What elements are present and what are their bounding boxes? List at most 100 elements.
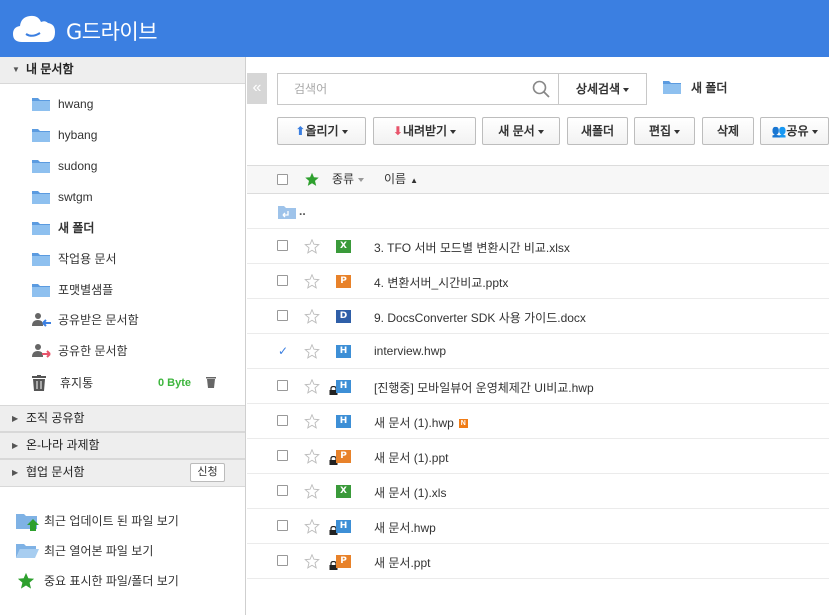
file-name-text: 3. TFO 서버 모드별 변환시간 비교.xlsx: [374, 241, 570, 255]
caret-down-icon: [537, 129, 544, 134]
sidebar-item-shared-sent[interactable]: 공유한 문서함: [30, 340, 230, 362]
search-icon[interactable]: [532, 80, 550, 98]
type-column-header[interactable]: 종류: [332, 166, 365, 193]
star-outline-icon[interactable]: [304, 274, 320, 289]
section-onnara[interactable]: ▶ 온-나라 과제함: [0, 432, 245, 459]
star-outline-icon[interactable]: [304, 379, 320, 394]
file-row[interactable]: H 새 문서.hwp: [247, 509, 829, 544]
quick-link-recent-updated[interactable]: 최근 업데이트 된 파일 보기: [16, 510, 241, 532]
collapsed-arrow-icon: ▶: [12, 441, 19, 450]
delete-button[interactable]: 삭제: [702, 117, 754, 145]
file-name[interactable]: 새 문서.ppt: [374, 554, 430, 571]
star-outline-icon[interactable]: [304, 239, 320, 254]
file-name-text: [진행중] 모바일뷰어 운영체제간 UI비교.hwp: [374, 381, 594, 395]
empty-trash-icon[interactable]: [206, 376, 216, 388]
file-type-icon: P: [336, 555, 351, 568]
sidebar-item-shared-received[interactable]: 공유받은 문서함: [30, 309, 230, 331]
search-input[interactable]: [278, 74, 528, 104]
file-name-text: 새 문서.ppt: [374, 556, 431, 570]
row-checkbox[interactable]: [277, 555, 288, 566]
advanced-search-button[interactable]: 상세검색: [558, 73, 647, 105]
star-outline-icon[interactable]: [304, 554, 320, 569]
file-name[interactable]: 새 문서 (1).hwp N: [374, 414, 468, 431]
row-checkbox[interactable]: [277, 240, 288, 251]
file-row[interactable]: ✓ Hinterview.hwp: [247, 334, 829, 369]
checkmark-icon[interactable]: ✓: [278, 344, 288, 358]
section-collab[interactable]: ▶ 협업 문서함 신청: [0, 459, 245, 487]
download-button[interactable]: ⬇내려받기: [373, 117, 476, 145]
star-outline-icon[interactable]: [304, 519, 320, 534]
folder-icon: [32, 284, 50, 297]
section-my-docs[interactable]: ▼ 내 문서함: [0, 57, 245, 84]
sidebar-folder-label: sudong: [58, 159, 98, 173]
name-column-header[interactable]: 이름 ▲: [384, 166, 418, 194]
share-button[interactable]: 👥공유: [760, 117, 829, 145]
file-row[interactable]: H 새 문서 (1).hwp N: [247, 404, 829, 439]
expanded-arrow-icon: ▼: [12, 65, 20, 74]
file-name[interactable]: interview.hwp: [374, 344, 446, 358]
app-title[interactable]: G드라이브: [66, 16, 158, 46]
file-row[interactable]: D 9. DocsConverter SDK 사용 가이드.docx: [247, 299, 829, 334]
sidebar-folder-item[interactable]: 작업용 문서: [30, 248, 230, 270]
caret-down-icon: [674, 129, 681, 134]
select-all-checkbox[interactable]: [277, 174, 288, 185]
row-checkbox[interactable]: [277, 520, 288, 531]
sidebar-folder-item[interactable]: swtgm: [30, 186, 230, 208]
star-outline-icon[interactable]: [304, 344, 320, 359]
current-folder-label: 새 폴더: [691, 81, 728, 95]
file-name[interactable]: 4. 변환서버_시간비교.pptx: [374, 274, 508, 291]
row-checkbox[interactable]: [277, 485, 288, 496]
row-checkbox[interactable]: [277, 310, 288, 321]
row-checkbox[interactable]: [277, 380, 288, 391]
quick-link-recent-opened[interactable]: 최근 열어본 파일 보기: [16, 540, 241, 562]
cloud-logo-icon[interactable]: [12, 12, 56, 44]
new-folder-button[interactable]: 새폴더: [567, 117, 628, 145]
sidebar-folder-item[interactable]: hwang: [30, 93, 230, 115]
row-checkbox[interactable]: [277, 450, 288, 461]
file-row[interactable]: P 새 문서 (1).ppt: [247, 439, 829, 474]
star-outline-icon[interactable]: [304, 309, 320, 324]
folder-icon: [663, 81, 681, 94]
sidebar-item-trash[interactable]: 휴지통 0 Byte: [30, 372, 230, 394]
file-name[interactable]: 3. TFO 서버 모드별 변환시간 비교.xlsx: [374, 239, 570, 256]
file-row[interactable]: X 새 문서 (1).xls: [247, 474, 829, 509]
green-star-icon[interactable]: [304, 172, 320, 187]
edit-button[interactable]: 편집: [634, 117, 695, 145]
file-row[interactable]: P 새 문서.ppt: [247, 544, 829, 579]
section-org-share[interactable]: ▶ 조직 공유함: [0, 405, 245, 432]
file-row[interactable]: P 4. 변환서버_시간비교.pptx: [247, 264, 829, 299]
file-type-icon: D: [336, 310, 351, 323]
file-row[interactable]: X 3. TFO 서버 모드별 변환시간 비교.xlsx: [247, 229, 829, 264]
sidebar-folder-label: 포맷별샘플: [58, 283, 114, 297]
file-name[interactable]: 새 문서.hwp: [374, 519, 436, 536]
sidebar-folder-item[interactable]: 새 폴더: [30, 217, 230, 239]
new-document-button[interactable]: 새 문서: [482, 117, 560, 145]
quick-link-starred[interactable]: 중요 표시한 파일/폴더 보기: [16, 570, 241, 592]
sidebar-folder-item[interactable]: 포맷별샘플: [30, 279, 230, 301]
trash-icon: [32, 375, 46, 391]
file-name[interactable]: 새 문서 (1).xls: [374, 484, 446, 501]
collapse-sidebar-button[interactable]: «: [247, 73, 267, 104]
star-outline-icon[interactable]: [304, 449, 320, 464]
row-checkbox[interactable]: [277, 275, 288, 286]
row-checkbox[interactable]: [277, 415, 288, 426]
file-row[interactable]: H [진행중] 모바일뷰어 운영체제간 UI비교.hwp: [247, 369, 829, 404]
sidebar-folder-item[interactable]: sudong: [30, 155, 230, 177]
section-label: 협업 문서함: [26, 465, 85, 479]
share-people-icon: 👥: [771, 124, 787, 138]
caret-down-icon: [450, 129, 457, 134]
sidebar-folder-item[interactable]: hybang: [30, 124, 230, 146]
file-name-text: 새 문서 (1).xls: [374, 486, 447, 500]
sidebar-label: 휴지통: [60, 376, 94, 390]
file-name-text: 새 문서 (1).hwp: [374, 416, 454, 430]
parent-folder-row[interactable]: ..: [247, 194, 829, 229]
file-name[interactable]: [진행중] 모바일뷰어 운영체제간 UI비교.hwp: [374, 379, 594, 396]
apply-button[interactable]: 신청: [190, 463, 225, 482]
file-type-icon: P: [336, 450, 351, 463]
file-name[interactable]: 새 문서 (1).ppt: [374, 449, 448, 466]
file-name[interactable]: 9. DocsConverter SDK 사용 가이드.docx: [374, 309, 586, 326]
star-outline-icon[interactable]: [304, 414, 320, 429]
star-outline-icon[interactable]: [304, 484, 320, 499]
upload-button[interactable]: ⬆올리기: [277, 117, 366, 145]
file-name-text: interview.hwp: [374, 344, 447, 358]
